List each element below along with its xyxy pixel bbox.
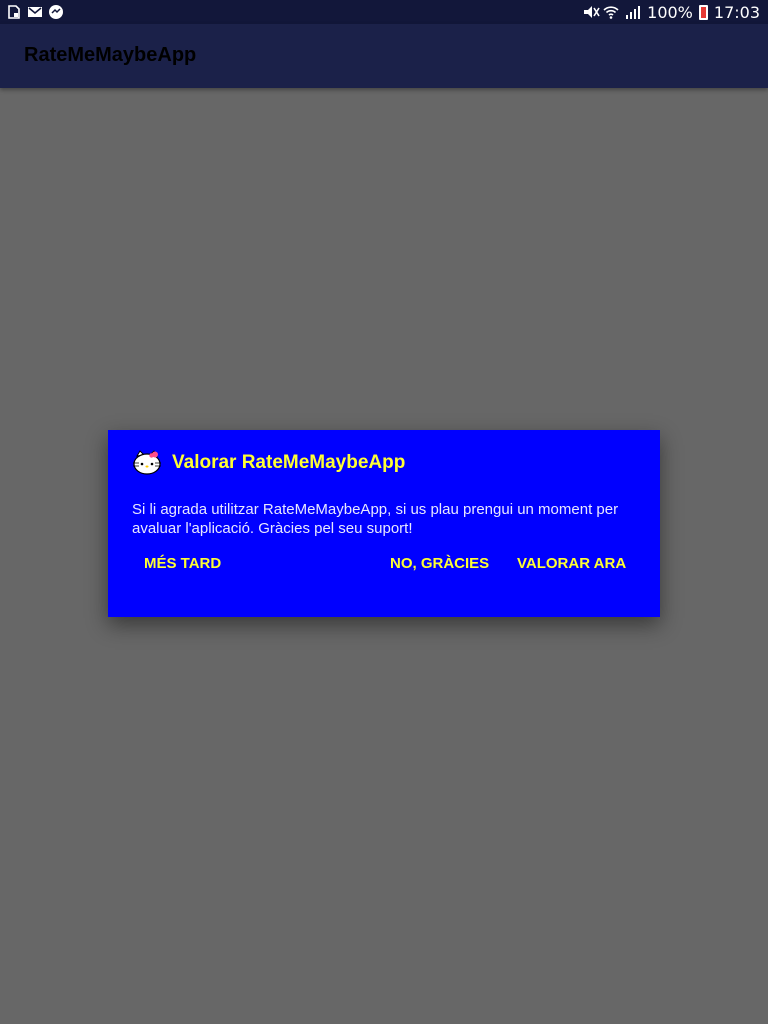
clock: 17:03	[713, 2, 760, 22]
later-button[interactable]: MÉS TARD	[144, 555, 221, 577]
no-thanks-button[interactable]: NO, GRÀCIES	[390, 555, 489, 577]
system-icons: 100% 17:03	[581, 0, 760, 24]
wifi-icon	[603, 4, 619, 20]
notification-icons	[6, 4, 64, 20]
dialog-message: Si li agrada utilitzar RateMeMaybeApp, s…	[132, 501, 619, 537]
app-notification-icon	[48, 4, 64, 20]
app-bar: RateMeMaybeApp	[0, 24, 768, 88]
sim-icon	[6, 4, 22, 20]
hello-kitty-icon	[132, 450, 162, 476]
battery-level-indicator	[700, 6, 706, 18]
screen: 100% 17:03 RateMeMaybeApp Valorar RateMe…	[0, 0, 768, 1024]
status-bar: 100% 17:03	[0, 0, 768, 24]
mute-icon	[581, 4, 600, 20]
dialog-header: Valorar RateMeMaybeApp	[132, 450, 405, 476]
battery-percent: 100%	[647, 2, 693, 22]
rate-now-button[interactable]: VALORAR ARA	[517, 555, 626, 577]
app-title: RateMeMaybeApp	[24, 44, 197, 66]
dialog-title: Valorar RateMeMaybeApp	[172, 452, 406, 473]
rate-dialog: Valorar RateMeMaybeApp Si li agrada util…	[108, 430, 660, 617]
battery-charging-icon	[698, 4, 708, 20]
signal-icon	[625, 4, 641, 20]
gmail-icon	[27, 4, 43, 20]
